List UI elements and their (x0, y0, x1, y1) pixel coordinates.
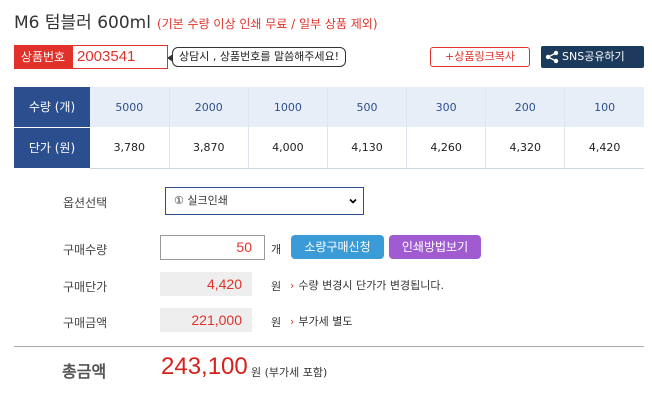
product-code-hint: 상담시 , 상품번호를 말씀해주세요! (166, 47, 347, 67)
product-code-value: 2003541 (72, 45, 168, 69)
quantity-cell: 2000 (169, 87, 249, 127)
amount-won: 원 (271, 316, 282, 329)
quantity-cell: 100 (564, 87, 644, 127)
quantity-cell: 500 (327, 87, 408, 127)
option-label: 옵션선택 (63, 196, 108, 210)
amount-value: 221,000 (160, 308, 252, 332)
price-table: 수량 (개) 5000 2000 1000 500 300 200 100 단가… (14, 87, 644, 169)
small-order-request-button[interactable]: 소량구매신청 (291, 235, 384, 259)
quantity-cell: 5000 (90, 87, 170, 127)
sns-share-button[interactable]: SNS공유하기 (541, 46, 644, 68)
sns-share-label: SNS공유하기 (562, 50, 625, 63)
print-method-button[interactable]: 인쇄방법보기 (389, 235, 481, 259)
product-code-row: 상품번호 2003541 상담시 , 상품번호를 말씀해주세요! +상품링크복사… (14, 45, 644, 69)
unit-price-cell: 4,130 (327, 127, 408, 169)
amount-note: › 부가세 별도 (290, 313, 353, 329)
option-select[interactable]: ① 실크인쇄 (165, 187, 364, 215)
quantity-header: 수량 (개) (14, 87, 90, 128)
quantity-cell: 300 (406, 87, 487, 127)
total-suffix: 원 (부가세 포함) (251, 366, 328, 379)
unit-price-row: 단가 (원) 3,780 3,870 4,000 4,130 4,260 4,3… (14, 127, 644, 169)
total-value: 243,100 (161, 353, 248, 380)
quantity-label: 구매수량 (63, 243, 108, 257)
option-selected-value: ① 실크인쇄 (174, 194, 228, 207)
unit-price-note: › 수량 변경시 단가가 변경됩니다. (290, 277, 444, 293)
product-title-row: M6 텀블러 600ml (기본 수량 이상 인쇄 무료 / 일부 상품 제외) (14, 8, 378, 34)
unit-price-header: 단가 (원) (14, 127, 90, 169)
amount-note-text: 부가세 별도 (298, 315, 353, 328)
share-icon (545, 50, 559, 64)
unit-price-note-text: 수량 변경시 단가가 변경됩니다. (298, 279, 444, 292)
unit-price-won: 원 (271, 280, 282, 293)
unit-price-label: 구매단가 (63, 280, 108, 294)
unit-price-cell: 4,000 (248, 127, 328, 169)
quantity-input[interactable]: 50 (160, 235, 265, 260)
product-note: (기본 수량 이상 인쇄 무료 / 일부 상품 제외) (156, 17, 378, 31)
total-label: 총금액 (62, 362, 107, 381)
product-code-label: 상품번호 (14, 45, 72, 69)
quantity-unit: 개 (271, 243, 282, 256)
unit-price-cell: 3,780 (90, 127, 170, 169)
amount-label: 구매금액 (63, 316, 108, 330)
unit-price-cell: 3,870 (169, 127, 249, 169)
chevron-right-icon: › (290, 315, 295, 328)
unit-price-value: 4,420 (160, 272, 252, 296)
unit-price-cell: 4,420 (564, 127, 644, 169)
quantity-row: 수량 (개) 5000 2000 1000 500 300 200 100 (14, 87, 644, 128)
unit-price-cell: 4,260 (406, 127, 487, 169)
quantity-cell: 1000 (248, 87, 328, 127)
chevron-down-icon (349, 198, 357, 204)
quantity-cell: 200 (485, 87, 566, 127)
copy-link-button[interactable]: +상품링크복사 (430, 47, 530, 67)
unit-price-cell: 4,320 (485, 127, 566, 169)
product-name: M6 텀블러 600ml (14, 13, 151, 33)
chevron-right-icon: › (290, 279, 295, 292)
total-divider (14, 346, 644, 347)
